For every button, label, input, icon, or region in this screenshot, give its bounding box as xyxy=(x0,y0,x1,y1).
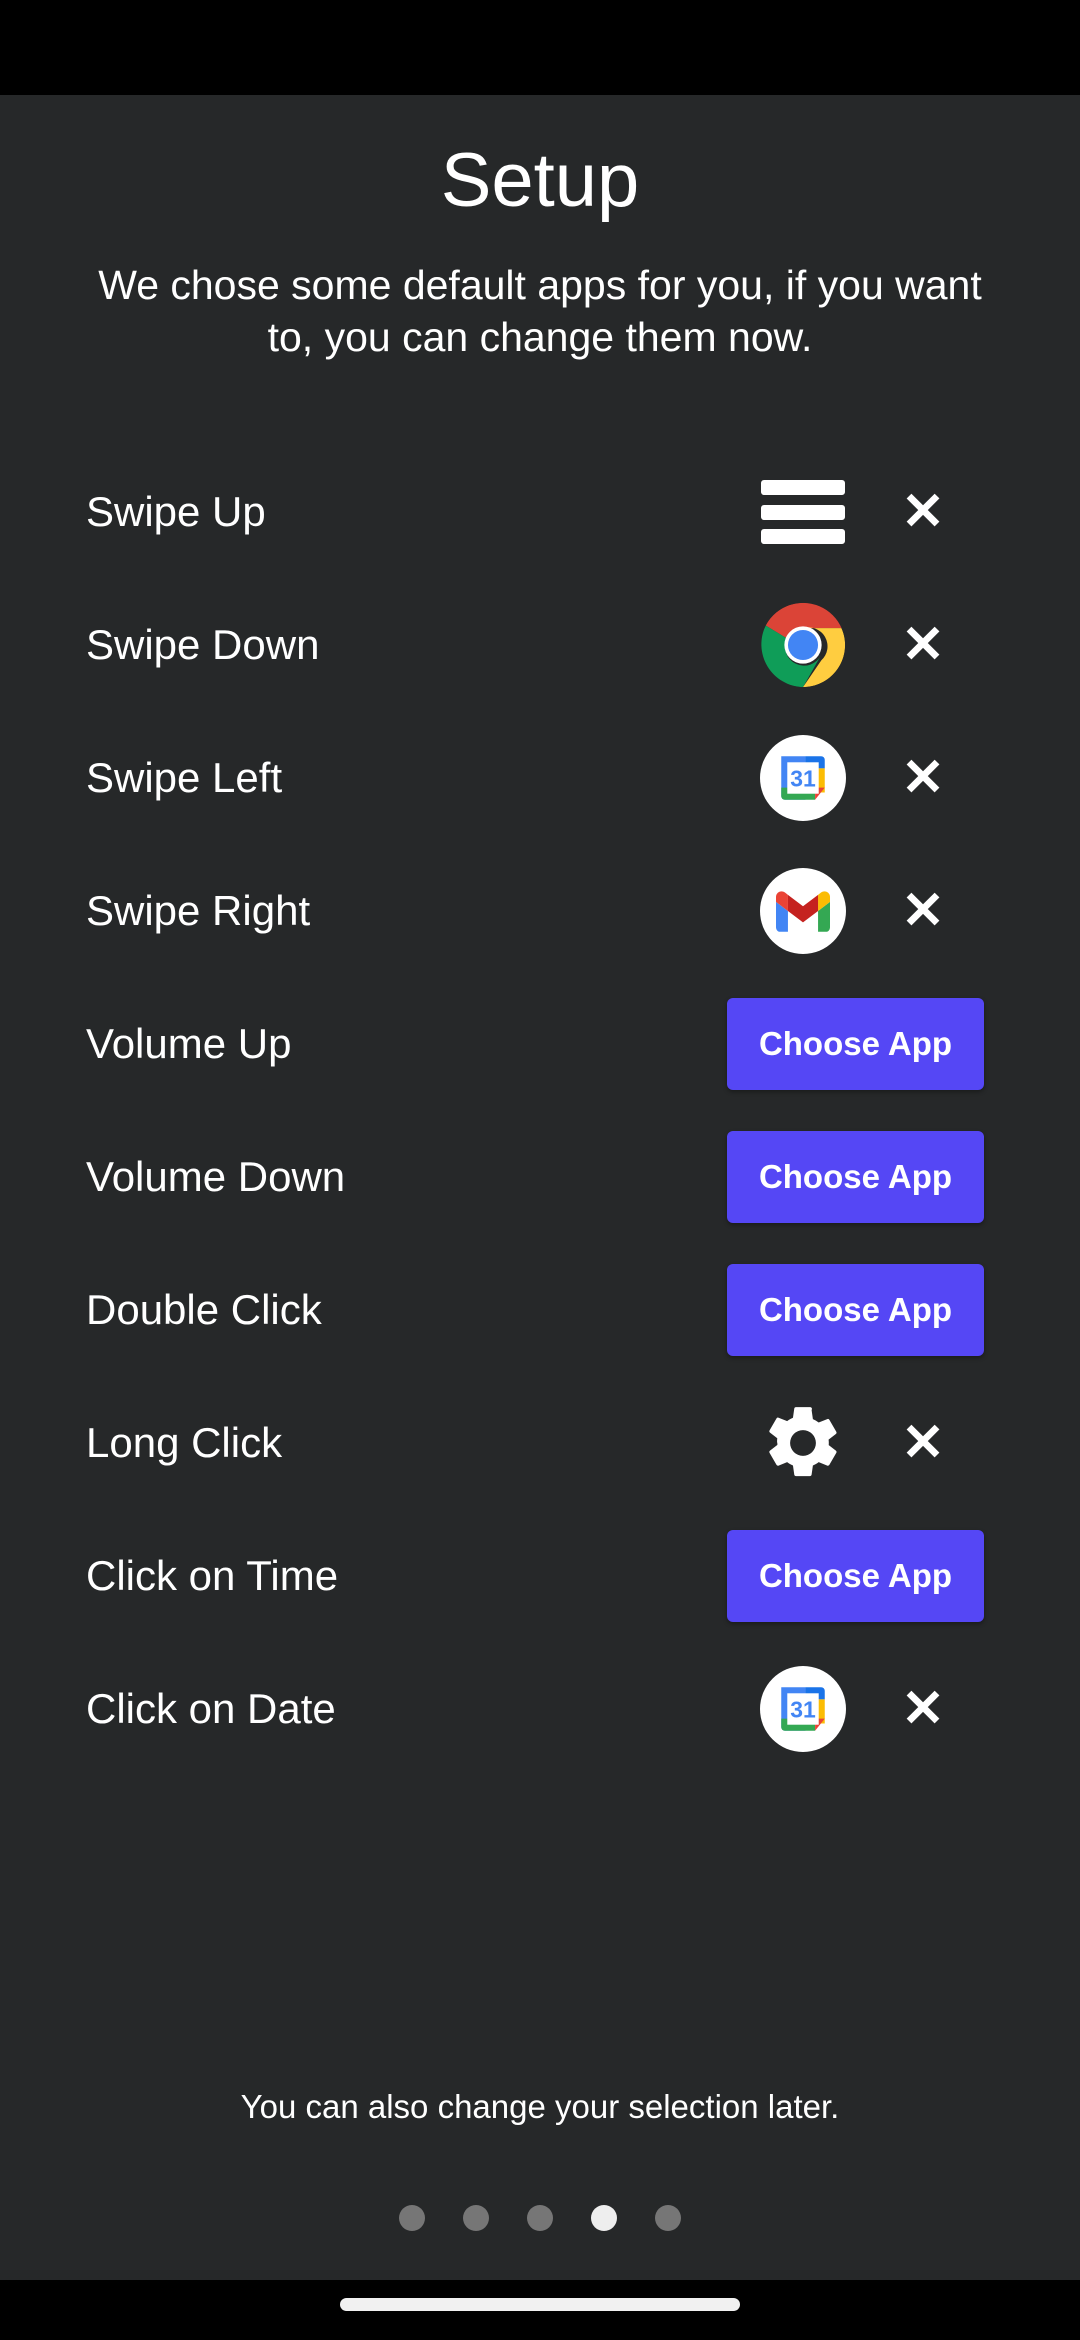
home-gesture-pill[interactable] xyxy=(340,2298,740,2311)
gesture-row: Swipe Right ✕ xyxy=(0,845,1080,978)
gesture-label: Swipe Left xyxy=(86,754,283,802)
page-dot[interactable] xyxy=(527,2205,553,2231)
selected-app-icon-slot[interactable]: 31 xyxy=(748,723,858,833)
gesture-label: Double Click xyxy=(86,1286,322,1334)
selected-app-icon-slot[interactable] xyxy=(748,590,858,700)
gesture-row: Volume Up Choose App xyxy=(0,978,1080,1111)
status-bar xyxy=(0,0,1080,95)
remove-selection-icon[interactable]: ✕ xyxy=(884,606,962,684)
gesture-label: Swipe Right xyxy=(86,887,311,935)
gesture-label: Click on Date xyxy=(86,1685,336,1733)
remove-selection-icon[interactable]: ✕ xyxy=(884,739,962,817)
gesture-label: Swipe Down xyxy=(86,621,320,669)
page-dot[interactable] xyxy=(463,2205,489,2231)
selected-app-icon-slot[interactable] xyxy=(748,856,858,966)
gesture-list: Swipe Up ✕ Swipe Down ✕ Swipe Left 31 ✕ Swipe R… xyxy=(0,446,1080,1776)
gesture-row: Click on Time Choose App xyxy=(0,1510,1080,1643)
gesture-label: Click on Time xyxy=(86,1552,339,1600)
choose-app-button[interactable]: Choose App xyxy=(727,1264,984,1357)
page-dot[interactable] xyxy=(591,2205,617,2231)
gesture-label: Volume Down xyxy=(86,1153,346,1201)
page-title: Setup xyxy=(440,138,640,223)
remove-selection-icon[interactable]: ✕ xyxy=(884,473,962,551)
chrome-icon[interactable] xyxy=(760,602,846,688)
gesture-label: Volume Up xyxy=(86,1020,292,1068)
remove-selection-icon[interactable]: ✕ xyxy=(884,1404,962,1482)
google-calendar-icon[interactable]: 31 xyxy=(760,1666,846,1753)
choose-app-button[interactable]: Choose App xyxy=(727,1131,984,1224)
gesture-row: Swipe Down ✕ xyxy=(0,579,1080,712)
svg-text:31: 31 xyxy=(790,766,816,792)
svg-text:31: 31 xyxy=(790,1697,816,1723)
hamburger-menu-icon[interactable] xyxy=(760,469,846,555)
setup-content: Setup We chose some default apps for you… xyxy=(0,95,1080,2280)
navigation-bar xyxy=(0,2280,1080,2340)
selected-app-icon-slot[interactable] xyxy=(748,1388,858,1498)
choose-app-button[interactable]: Choose App xyxy=(727,1530,984,1623)
gesture-row: Swipe Left 31 ✕ xyxy=(0,712,1080,845)
footer-note: You can also change your selection later… xyxy=(240,2088,840,2125)
page-dot[interactable] xyxy=(655,2205,681,2231)
selected-app-icon-slot[interactable] xyxy=(748,457,858,567)
google-calendar-icon[interactable]: 31 xyxy=(760,735,846,822)
gesture-row: Swipe Up ✕ xyxy=(0,446,1080,579)
gesture-row: Click on Date 31 ✕ xyxy=(0,1643,1080,1776)
phone-screen: Setup We chose some default apps for you… xyxy=(0,0,1080,2340)
gesture-row: Volume Down Choose App xyxy=(0,1111,1080,1244)
gesture-row: Double Click Choose App xyxy=(0,1244,1080,1377)
gesture-row: Long Click ✕ xyxy=(0,1377,1080,1510)
page-indicator-dots xyxy=(0,2205,1080,2231)
gesture-label: Swipe Up xyxy=(86,488,266,536)
gear-icon[interactable] xyxy=(760,1400,846,1486)
gesture-label: Long Click xyxy=(86,1419,283,1467)
page-dot[interactable] xyxy=(399,2205,425,2231)
selected-app-icon-slot[interactable]: 31 xyxy=(748,1654,858,1764)
choose-app-button[interactable]: Choose App xyxy=(727,998,984,1091)
gmail-icon[interactable] xyxy=(760,868,846,955)
remove-selection-icon[interactable]: ✕ xyxy=(884,1670,962,1748)
remove-selection-icon[interactable]: ✕ xyxy=(884,872,962,950)
page-subtitle: We chose some default apps for you, if y… xyxy=(98,262,982,361)
